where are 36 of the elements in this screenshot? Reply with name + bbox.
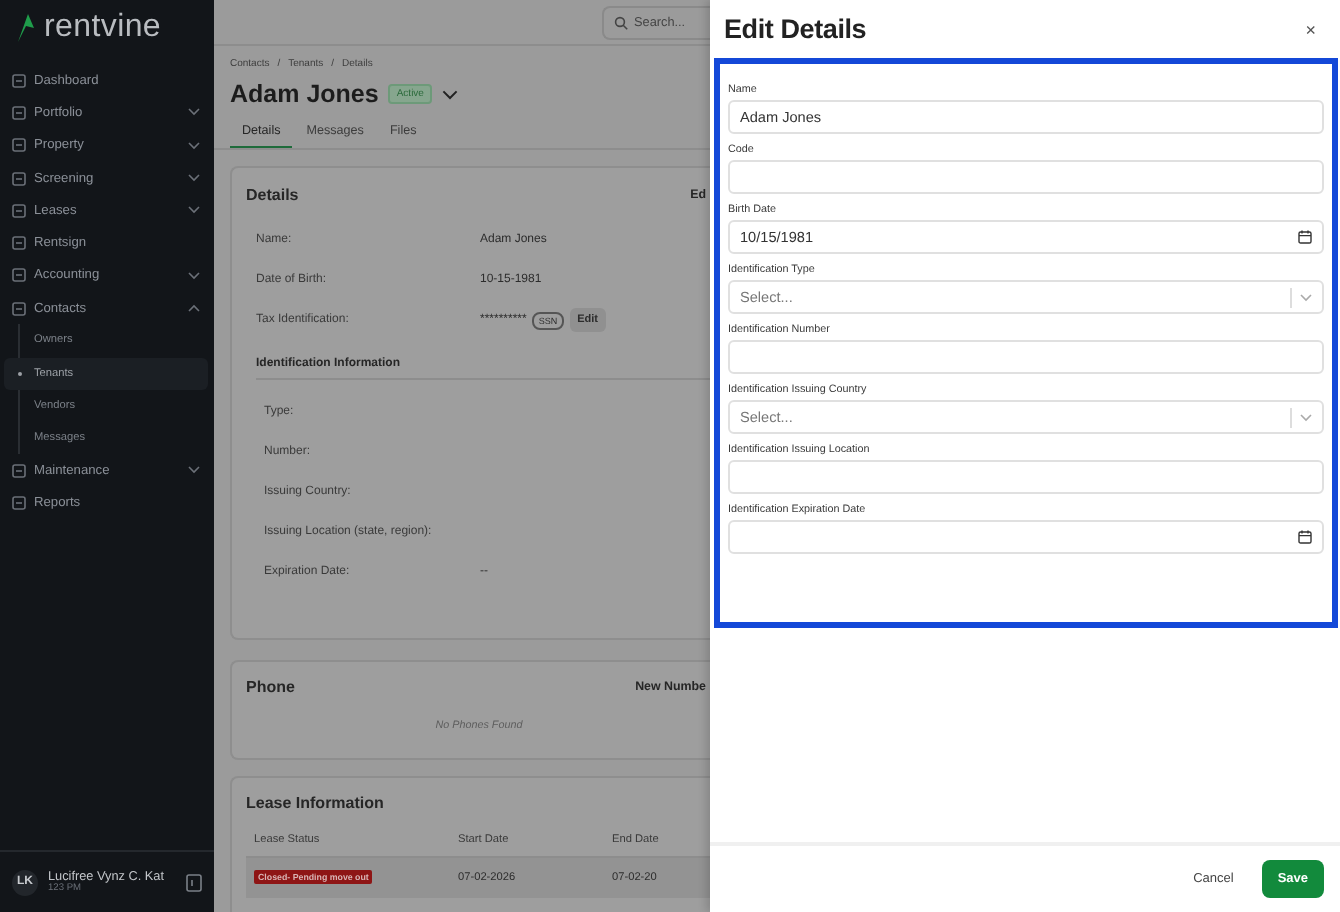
chevron-down-icon [188,466,200,475]
square-icon [12,463,26,478]
chevron-down-icon [188,108,200,117]
chevron-down-icon[interactable] [441,89,458,99]
chevron-down-icon [188,141,200,150]
square-icon [12,171,26,186]
chevron-down-icon [188,206,200,215]
search-icon [614,15,628,29]
calendar-icon [1298,530,1312,544]
panel-icon[interactable] [186,873,202,891]
chevron-down-icon [188,174,200,183]
square-icon [12,203,26,218]
input-field[interactable] [728,340,1324,374]
square-icon [12,138,26,153]
chevron-down-icon [1300,293,1312,301]
close-button[interactable]: × [1301,19,1320,39]
calendar-icon [1298,230,1312,244]
square-icon [12,268,26,283]
square-icon [12,301,26,316]
chevron-up-icon [188,304,200,313]
square-icon [12,236,26,251]
tenant-name: Adam Jones [230,80,379,108]
chevron-down-icon [188,271,200,280]
leaf-logo-icon [16,14,36,42]
card-title: Details [246,186,299,204]
card-title: Phone [246,678,295,696]
logo-wordmark: rentvine [44,10,162,46]
square-icon [12,105,26,120]
drawer-title: Edit Details [724,14,867,44]
card-title: Lease Information [246,794,386,812]
input-field[interactable] [728,160,1324,194]
input-field[interactable] [728,460,1324,494]
chevron-down-icon [1300,413,1312,421]
date-field[interactable] [728,520,1324,554]
square-icon [12,73,26,88]
square-icon [12,496,26,511]
